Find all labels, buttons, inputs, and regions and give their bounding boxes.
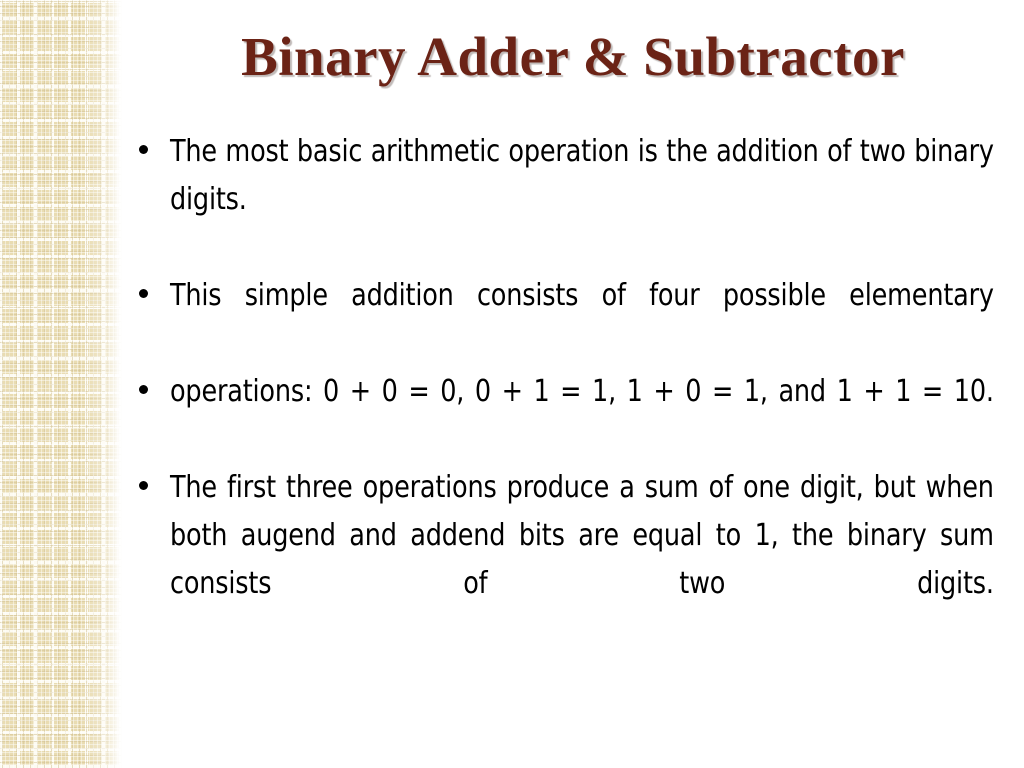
page-title: Binary Adder & Subtractor [241, 26, 905, 87]
list-item: This simple addition consists of four po… [132, 272, 994, 368]
list-item-label: operations: 0 + 0 = 0, 0 + 1 = 1, 1 + 0 … [170, 374, 994, 409]
bullet-dot-icon [139, 385, 148, 394]
list-item: The first three operations produce a sum… [132, 464, 994, 656]
list-item: The most basic arithmetic operation is t… [132, 128, 994, 272]
bullet-list: The most basic arithmetic operation is t… [132, 128, 994, 656]
list-item-label: The most basic arithmetic operation is t… [170, 134, 994, 217]
list-item: operations: 0 + 0 = 0, 0 + 1 = 1, 1 + 0 … [132, 368, 994, 464]
bullet-dot-icon [139, 481, 148, 490]
sidebar-fade-overlay [86, 0, 126, 768]
list-item-label: This simple addition consists of four po… [170, 278, 994, 313]
list-item-label: The first three operations produce a sum… [170, 470, 994, 601]
slide-canvas: Binary Adder & Subtractor The most basic… [0, 0, 1024, 768]
bullet-dot-icon [139, 145, 148, 154]
sidebar-texture-band [0, 0, 126, 768]
bullet-dot-icon [139, 289, 148, 298]
